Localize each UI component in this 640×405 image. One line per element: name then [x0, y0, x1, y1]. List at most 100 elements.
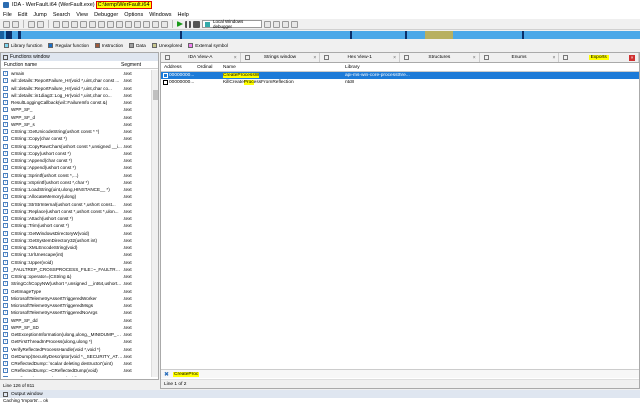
function-icon[interactable] — [116, 20, 123, 28]
column-segment[interactable]: Segment — [121, 62, 151, 68]
close-icon[interactable]: × — [629, 54, 636, 61]
table-row[interactable]: 00000000... KillCreateProcessFromReflect… — [161, 79, 639, 86]
column-function-name[interactable]: Function name — [1, 62, 121, 68]
list-item[interactable]: f WPP_SF_SD .text — [1, 324, 151, 331]
list-item[interactable]: f WPP_SF_d .text — [1, 114, 151, 121]
step-over-icon[interactable] — [273, 20, 280, 28]
start-debugger-icon[interactable] — [177, 21, 183, 27]
column-ordinal[interactable]: Ordinal — [197, 65, 223, 70]
list-item[interactable]: f CString::Copy(char const *) .text — [1, 135, 151, 142]
list-item[interactable]: f CString::CopyRawChars(ushort const *,un… — [1, 143, 151, 150]
step-into-icon[interactable] — [264, 20, 271, 28]
list-item[interactable]: f CString::Copy(ushort const *) .text — [1, 150, 151, 157]
close-icon[interactable]: ✖ — [164, 371, 169, 378]
script-icon[interactable] — [152, 20, 159, 28]
list-item[interactable]: f wil::details::in1diag3::Log_Hr(void *,u… — [1, 92, 151, 99]
menu-debugger[interactable]: Debugger — [94, 12, 118, 18]
close-icon[interactable]: × — [552, 55, 555, 61]
list-item[interactable]: f WPP_SF_s .text — [1, 121, 151, 128]
column-library[interactable]: Library — [345, 65, 425, 70]
graph-icon[interactable] — [134, 20, 141, 28]
tab-hex-view-1[interactable]: Hex View-1 × — [320, 53, 401, 62]
undefine-icon[interactable] — [107, 20, 114, 28]
function-list[interactable]: f wmain .textf wil::details::ReportFailure_… — [1, 70, 151, 377]
search-input[interactable]: CreateProc — [173, 371, 200, 377]
list-item[interactable]: f CString::GetSystemDirectory32(ushort in… — [1, 237, 151, 244]
close-icon[interactable]: × — [234, 55, 237, 61]
code-icon[interactable] — [80, 20, 87, 28]
list-item[interactable]: f CString::Upper(void) .text — [1, 259, 151, 266]
list-item[interactable]: f wmain .text — [1, 70, 151, 77]
tab-structures[interactable]: Structures × — [400, 53, 480, 62]
menu-help[interactable]: Help — [178, 12, 189, 18]
close-icon[interactable]: × — [393, 55, 396, 61]
step-out-icon[interactable] — [282, 20, 289, 28]
tab-strings-window[interactable]: Strings window × — [241, 53, 321, 62]
menu-file[interactable]: File — [3, 12, 12, 18]
list-item[interactable]: f GetDump(SecurityDescriptor(void *,_SECU… — [1, 353, 151, 360]
list-item[interactable]: f CString::operator=(CString &) .text — [1, 273, 151, 280]
text-search-icon[interactable] — [62, 20, 69, 28]
table-row[interactable]: 00000000... CreateProcessW api-ms-win-co… — [161, 72, 639, 79]
menu-edit[interactable]: Edit — [18, 12, 27, 18]
menu-search[interactable]: Search — [53, 12, 70, 18]
list-item[interactable]: f CString::AllocateMemory(ulong) .text — [1, 193, 151, 200]
list-item[interactable]: f MicrosoftTelemetryAssertTriggeredMsgs .t… — [1, 302, 151, 309]
list-item[interactable]: f _FAULTREP_CROSSPROCESS_FILE::~_FAULTREP… — [1, 266, 151, 273]
tab-ida-view-a[interactable]: IDA View-A × — [161, 53, 241, 62]
scrollbar-thumb[interactable] — [153, 90, 158, 100]
list-item[interactable]: f CString::Replace(ushort const *,ushort … — [1, 208, 151, 215]
open-icon[interactable] — [3, 20, 10, 28]
column-address[interactable]: Address — [161, 65, 197, 70]
list-item[interactable]: f CString::GetWindowsDirectoryW(void) .tex… — [1, 230, 151, 237]
binary-icon[interactable] — [53, 20, 60, 28]
menu-jump[interactable]: Jump — [33, 12, 46, 18]
run-to-cursor-icon[interactable] — [291, 20, 298, 28]
close-icon[interactable]: × — [473, 55, 476, 61]
plus-icon[interactable] — [125, 20, 132, 28]
pause-icon[interactable] — [185, 20, 191, 28]
list-item[interactable]: f CReflectedDump::~CReflectedDump(void) .t… — [1, 367, 151, 374]
list-item[interactable]: f GetExceptionInformation(ulong,ulong,_MI… — [1, 331, 151, 338]
hex-icon[interactable] — [71, 20, 78, 28]
menu-windows[interactable]: Windows — [149, 12, 171, 18]
menu-view[interactable]: View — [76, 12, 88, 18]
debugger-select[interactable]: Local Windows debugger — [202, 19, 262, 29]
tab-enums[interactable]: Enums × — [480, 53, 560, 62]
plugin-icon[interactable] — [161, 20, 168, 28]
list-item[interactable]: f WPP_SF_dd .text — [1, 317, 151, 324]
list-item[interactable]: f StringCchCopyNW(ushort *,unsigned __int… — [1, 280, 151, 287]
close-icon[interactable]: × — [313, 55, 316, 61]
list-item[interactable]: f CString::vSprintf(ushort const *,char *… — [1, 179, 151, 186]
list-item[interactable]: f CString::LoadString(uint,ulong,HINSTANC… — [1, 186, 151, 193]
save-icon[interactable] — [12, 20, 19, 28]
list-item[interactable]: f CString::UrlUnescape(int) .text — [1, 251, 151, 258]
list-item[interactable]: f CString::Attach(ushort const *) .text — [1, 215, 151, 222]
list-item[interactable]: f CString::Trim(ushort const *) .text — [1, 222, 151, 229]
xref-icon[interactable] — [143, 20, 150, 28]
string-icon[interactable] — [98, 20, 105, 28]
functions-scrollbar[interactable] — [151, 70, 158, 377]
list-item[interactable]: f ResultLoggingCallback(wil::FailureInfo … — [1, 99, 151, 106]
menu-options[interactable]: Options — [124, 12, 143, 18]
column-name[interactable]: Name — [223, 65, 345, 70]
list-item[interactable]: f CReflectedDump::`scalar deleting destru… — [1, 360, 151, 367]
list-item[interactable]: f GetFirstThreadInProcess(ulong,ulong *).… — [1, 338, 151, 345]
list-item[interactable]: f MicrosoftTelemetryAssertTriggeredWorker… — [1, 295, 151, 302]
list-item[interactable]: f wil::details::ReportFailure_Hr(void *,u… — [1, 85, 151, 92]
data-icon[interactable] — [89, 20, 96, 28]
list-item[interactable]: f VerifyReflectedProcessHandle(void *,voi… — [1, 346, 151, 353]
tab-exports[interactable]: Exports × — [559, 53, 640, 62]
list-item[interactable]: f MicrosoftTelemetryAssertTriggeredNoArgs… — [1, 309, 151, 316]
stop-icon[interactable] — [193, 20, 200, 28]
list-item[interactable]: f CString::XMLEncodeString(void) .text — [1, 244, 151, 251]
list-item[interactable]: f CString::Append(ushort const *) .text — [1, 164, 151, 171]
list-item[interactable]: f CString::GetUnicodeString(ushort const … — [1, 128, 151, 135]
list-item[interactable]: f CString::Append(char const *) .text — [1, 157, 151, 164]
list-item[interactable]: f CString::StrStrInternal(ushort const *,… — [1, 201, 151, 208]
forward-icon[interactable] — [37, 20, 44, 28]
back-icon[interactable] — [28, 20, 35, 28]
navigation-band[interactable] — [0, 31, 640, 39]
list-item[interactable]: f GetImageType .text — [1, 288, 151, 295]
list-item[interactable]: f WPP_SF_ .text — [1, 106, 151, 113]
